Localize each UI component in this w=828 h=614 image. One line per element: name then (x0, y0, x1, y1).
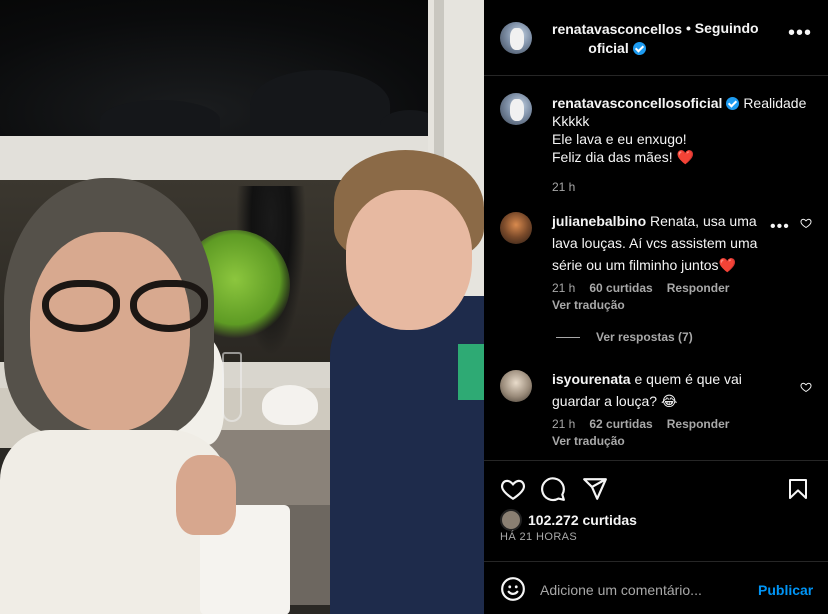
verified-badge-icon (632, 42, 646, 55)
header-username[interactable]: renatavasconcellos oficial (552, 21, 682, 56)
reply-button[interactable]: Responder (667, 281, 730, 295)
post-comment-button[interactable]: Publicar (758, 582, 813, 598)
comment-avatar[interactable] (500, 212, 532, 244)
post-sidebar: renatavasconcellos oficial • Seguindo ••… (484, 0, 828, 614)
liker-avatar[interactable] (500, 509, 522, 531)
comment-username[interactable]: julianebalbino (552, 213, 646, 229)
comment-more-icon[interactable]: ••• (770, 218, 790, 236)
comment-avatar[interactable] (500, 370, 532, 402)
caption-line-3: Ele lava e eu enxugo! (552, 131, 687, 147)
following-button[interactable]: • Seguindo (686, 20, 759, 36)
caption-time[interactable]: 21 h (552, 180, 575, 194)
like-icon[interactable] (500, 476, 526, 507)
comment: isyourenata e quem é que vai guardar a l… (500, 370, 820, 460)
heart-emoji: ❤️ (718, 257, 736, 273)
see-translation-link[interactable]: Ver tradução (552, 433, 784, 450)
wine-glass (222, 352, 242, 422)
verified-badge-icon (726, 97, 740, 110)
comment-icon[interactable] (540, 476, 566, 507)
comment: julianebalbino Renata, usa uma lava louç… (500, 210, 820, 330)
window-night-view (0, 0, 484, 140)
caption-line-4: Feliz dia das mães! (552, 149, 673, 165)
comment-time[interactable]: 21 h (552, 417, 575, 431)
caption-line-1: Realidade (743, 95, 807, 111)
see-translation-link[interactable]: Ver tradução (552, 297, 784, 314)
likes-count[interactable]: 102.272 curtidas (528, 512, 637, 528)
comment-likes[interactable]: 62 curtidas (589, 417, 652, 431)
caption-username[interactable]: renatavasconcellosoficial (552, 95, 722, 111)
like-comment-icon[interactable] (800, 380, 812, 398)
caption: renatavasconcellosoficial Realidade Kkkk… (500, 93, 820, 194)
eyeglasses (34, 280, 210, 334)
post-header: renatavasconcellos oficial • Seguindo ••… (484, 0, 828, 76)
comment-input[interactable]: Adicione um comentário... (540, 582, 702, 598)
post-time[interactable]: HÁ 21 HORAS (500, 531, 577, 543)
avatar[interactable] (500, 22, 532, 54)
post-photo[interactable] (0, 0, 484, 614)
like-comment-icon[interactable] (800, 216, 812, 234)
caption-line-2: Kkkkk (552, 113, 590, 129)
comment-username[interactable]: isyourenata (552, 371, 631, 387)
teapot (262, 385, 318, 425)
comment-composer: Adicione um comentário... Publicar (484, 561, 828, 614)
man-face (346, 190, 472, 330)
share-icon[interactable] (582, 476, 608, 507)
reply-button[interactable]: Responder (667, 417, 730, 431)
save-bookmark-icon[interactable] (786, 476, 810, 507)
heart-emoji: ❤️ (676, 149, 694, 165)
post-actions: 102.272 curtidas HÁ 21 HORAS (484, 460, 828, 560)
peace-sign-hand (176, 455, 236, 535)
emoji-icon[interactable] (500, 576, 526, 607)
comments-section[interactable]: renatavasconcellosoficial Realidade Kkkk… (484, 77, 828, 461)
laughing-emoji: 😂 (660, 393, 678, 409)
view-replies-link[interactable]: Ver respostas (7) (556, 330, 693, 344)
comment-time[interactable]: 21 h (552, 281, 575, 295)
comment-likes[interactable]: 60 curtidas (589, 281, 652, 295)
more-horizontal-icon[interactable]: ••• (788, 23, 812, 43)
caption-avatar[interactable] (500, 93, 532, 125)
